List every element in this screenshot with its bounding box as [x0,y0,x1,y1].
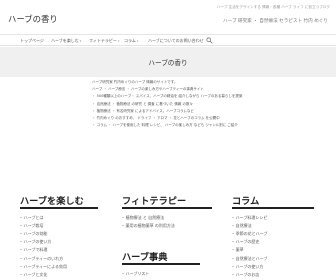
bullet-icon: • [20,231,23,236]
intro-paragraph: ハーブ研究家 竹内めぐりのハーブ 情報のサイトです。 [92,80,178,84]
nav-item-phyto[interactable]: フィトテラピー▾ [89,38,119,44]
intro-paragraph: ハーブ ・ ハーブ療法 ・ ハーブの楽しみ方やハーブティーの事典サイト [92,87,204,92]
nav-item-label: ハーブを楽しむ [51,38,79,43]
page-hero: ハーブの香り [0,47,336,77]
list-item[interactable]: • ハーブティーのいれ方 [20,255,98,263]
list-item[interactable]: • 季節の花とハーブ [232,230,314,238]
search-icon[interactable] [206,37,213,44]
list-item[interactable]: • 自然療法とハーブ [232,255,314,263]
list-item-label: ハーブの効能 [23,230,48,236]
list-item-label: 植物療法 と 自然療法 [125,214,165,220]
column-title: コラム [232,196,260,207]
list-item-label: 季節の花とハーブ [235,230,268,236]
intro-paragraph: ・ 竹内めぐり のおすすめ、 ドライフ ・ アロマ ・ 花とハーブのコラム を公… [92,115,220,120]
bullet-icon: • [232,223,235,228]
site-title[interactable]: ハーブの香り [8,13,58,25]
page-title: ハーブの香り [148,59,188,67]
list-item[interactable]: • 自然療法 [232,222,314,230]
list-item[interactable]: • ハーブ栽培 [20,222,98,230]
list-item-label: ハーブ料理レシピ [235,214,268,220]
bullet-icon: • [20,215,23,220]
list-item-label: ハーブの使い方 [235,263,264,269]
nav-item-label: トップページ [20,38,44,43]
column-divider [20,207,98,209]
bullet-icon: • [232,272,235,277]
column-title: フィトテラピー [122,196,187,207]
list-item-label: ハーブのお店 [235,271,260,277]
column-divider [122,263,200,265]
list-item[interactable]: • 植物療法 と 自然療法 [122,214,212,222]
list-item-label: 薬用の植物薬草 の利用方法 [125,222,175,228]
bullet-icon: • [20,240,23,245]
list-item[interactable]: • ハーブティーによる効用 [20,263,98,271]
column-column: コラム • ハーブ料理レシピ • 自然療法 • 季節の花とハーブ • ハーブの歴史 • 薬… [232,196,314,279]
list-item-label: ハーブで料理 [23,247,48,253]
intro-paragraph: ・ コラム ・ ハーブを使用した 料理 レシピ、 ハーブの楽しみ方 なども ジャ… [92,123,238,128]
list-item-label: ハーブの歴史 [235,239,260,245]
site-subtitle: ハーブ 研究家 ・ 自然療法 セラピスト 竹内 めぐり [223,19,328,24]
intro-text: ハーブ研究家 竹内めぐりのハーブ 情報のサイトです。 ハーブ ・ ハーブ療法 ・… [92,80,252,130]
main-nav: トップページ ハーブを楽しむ▾ フィトテラピー▾ コラム▾ ハーブについてのお問… [0,34,336,46]
column-divider [232,207,314,209]
chevron-down-icon: ▾ [79,39,82,43]
list-item[interactable]: • ハーブの使い方 [20,238,98,246]
bullet-icon: • [232,264,235,269]
bullet-icon: • [122,223,125,228]
list-item[interactable]: • ハーブの歴史 [232,238,314,246]
column-title: ハーブ事典 [122,252,168,263]
bullet-icon: • [122,271,125,276]
list-item[interactable]: • ハーブの使い方 [232,263,314,271]
list-item-label: ハーブティーのいれ方 [23,255,64,261]
list-item[interactable]: • ハーブと文化 [20,271,98,279]
list-item-label: ハーブの使い方 [23,239,52,245]
nav-item-enjoy[interactable]: ハーブを楽しむ▾ [51,38,81,44]
bullet-icon: • [232,215,235,220]
nav-item-contact[interactable]: ハーブについてのお問い合わせ [148,38,204,44]
list-item-label: ハーブティーによる効用 [23,263,67,269]
list-item[interactable]: • ハーブで料理 [20,246,98,254]
list-item-label: 薬草 [235,247,244,253]
list-item[interactable]: • 薬草 [232,246,314,254]
bullet-icon: • [232,231,235,236]
nav-item-label: フィトテラピー [89,38,117,43]
enjoy-column: ハーブを楽しむ • ハーブとは • ハーブ栽培 • ハーブの効能 • ハーブの使い方 •… [20,196,98,279]
column-divider [122,207,212,209]
bullet-icon: • [122,215,125,220]
chevron-down-icon: ▾ [136,39,139,43]
top-tagline: ハーブ 生活をデザインする 情報・各種 ハーブ ライフ に役立つブログ [216,5,330,9]
list-item[interactable]: • ハーブのお店 [232,271,314,279]
bullet-icon: • [20,248,23,253]
bullet-icon: • [20,223,23,228]
bullet-icon: • [232,240,235,245]
list-item[interactable]: • 薬用の植物薬草 の利用方法 [122,222,212,230]
chevron-down-icon: ▾ [117,39,120,43]
bullet-icon: • [20,272,23,277]
list-item-label: ハーブリスト [125,270,150,276]
list-item-label: 自然療法 [235,222,252,228]
intro-paragraph: ・ 自然療法 ・ 植物療法 の研究 と 調査 に基づいた 情報 の数々 [92,101,194,106]
intro-paragraph: ・ 植物療法 ・ 有名研究家 によるアドバイス、ハーブコラムなど [92,108,194,113]
nav-item-label: コラム [124,38,136,43]
list-item[interactable]: • ハーブリスト [122,270,200,278]
list-item-label: ハーブと文化 [23,271,48,277]
list-item-label: 自然療法とハーブ [235,255,268,261]
bullet-icon: • [232,248,235,253]
nav-item-label: ハーブについてのお問い合わせ [148,38,204,43]
bullet-icon: • [20,256,23,261]
phyto-column: フィトテラピー • 植物療法 と 自然療法 • 薬用の植物薬草 の利用方法 [122,196,212,230]
nav-item-top[interactable]: トップページ [20,38,44,44]
bullet-icon: • [232,256,235,261]
column-title: ハーブを楽しむ [20,196,84,207]
list-item-label: ハーブ栽培 [23,222,44,228]
list-item-label: ハーブとは [23,214,44,220]
nav-item-column[interactable]: コラム▾ [124,38,138,44]
list-item[interactable]: • ハーブとは [20,214,98,222]
list-item[interactable]: • ハーブ料理レシピ [232,214,314,222]
list-item[interactable]: • ハーブの効能 [20,230,98,238]
dictionary-column: ハーブ事典 • ハーブリスト [122,252,200,278]
bullet-icon: • [20,264,23,269]
intro-paragraph: ・ 500種類以上のハーブ・ スパイス、ハーブの精油を 紹介しながら ハーブのあ… [92,94,243,99]
